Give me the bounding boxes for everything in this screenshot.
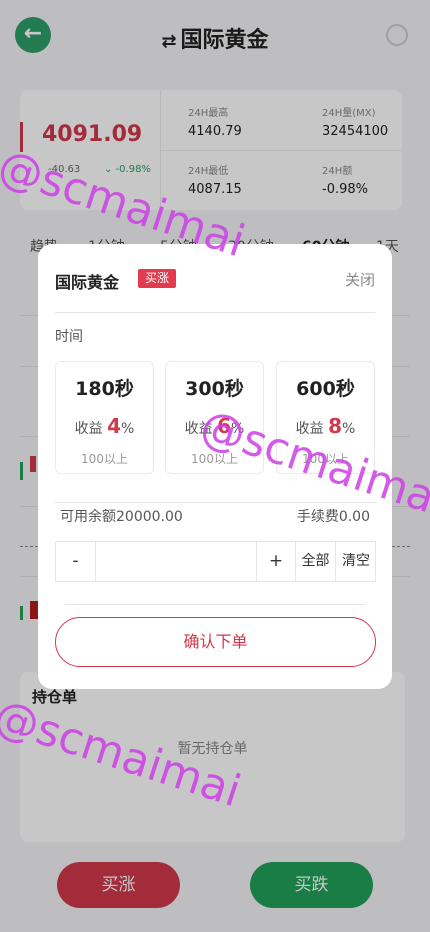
decrement-button[interactable]: - [56,542,96,581]
time-option-duration: 180秒 [75,378,134,400]
percent-sign: % [342,421,356,437]
time-option-duration: 600秒 [296,378,355,400]
all-button[interactable]: 全部 [296,542,336,581]
confirm-order-button[interactable]: 确认下单 [55,617,376,667]
divider [55,502,375,503]
time-label: 时间 [55,329,83,345]
divider [65,604,365,605]
yield-percent: 8 [328,414,343,438]
time-option-minimum: 100以上 [81,452,128,466]
amount-input[interactable] [97,542,256,581]
modal-title: 国际黄金 [55,273,120,292]
quantity-stepper: - + 全部 清空 [55,541,376,582]
clear-button[interactable]: 清空 [336,542,376,581]
direction-badge: 买涨 [138,269,177,288]
percent-sign: % [121,421,135,437]
increment-button[interactable]: + [256,542,296,581]
time-option-180[interactable]: 180秒 收益 4% 100以上 [55,361,154,474]
fee-text: 手续费0.00 [296,509,370,525]
divider [55,312,375,313]
yield-label: 收益 [74,421,103,437]
close-button[interactable]: 关闭 [345,269,375,290]
time-option-duration: 300秒 [185,378,244,400]
available-balance: 可用余额20000.00 [60,509,183,525]
yield-percent: 4 [107,414,122,438]
time-option-yield: 收益 4% [56,414,153,438]
